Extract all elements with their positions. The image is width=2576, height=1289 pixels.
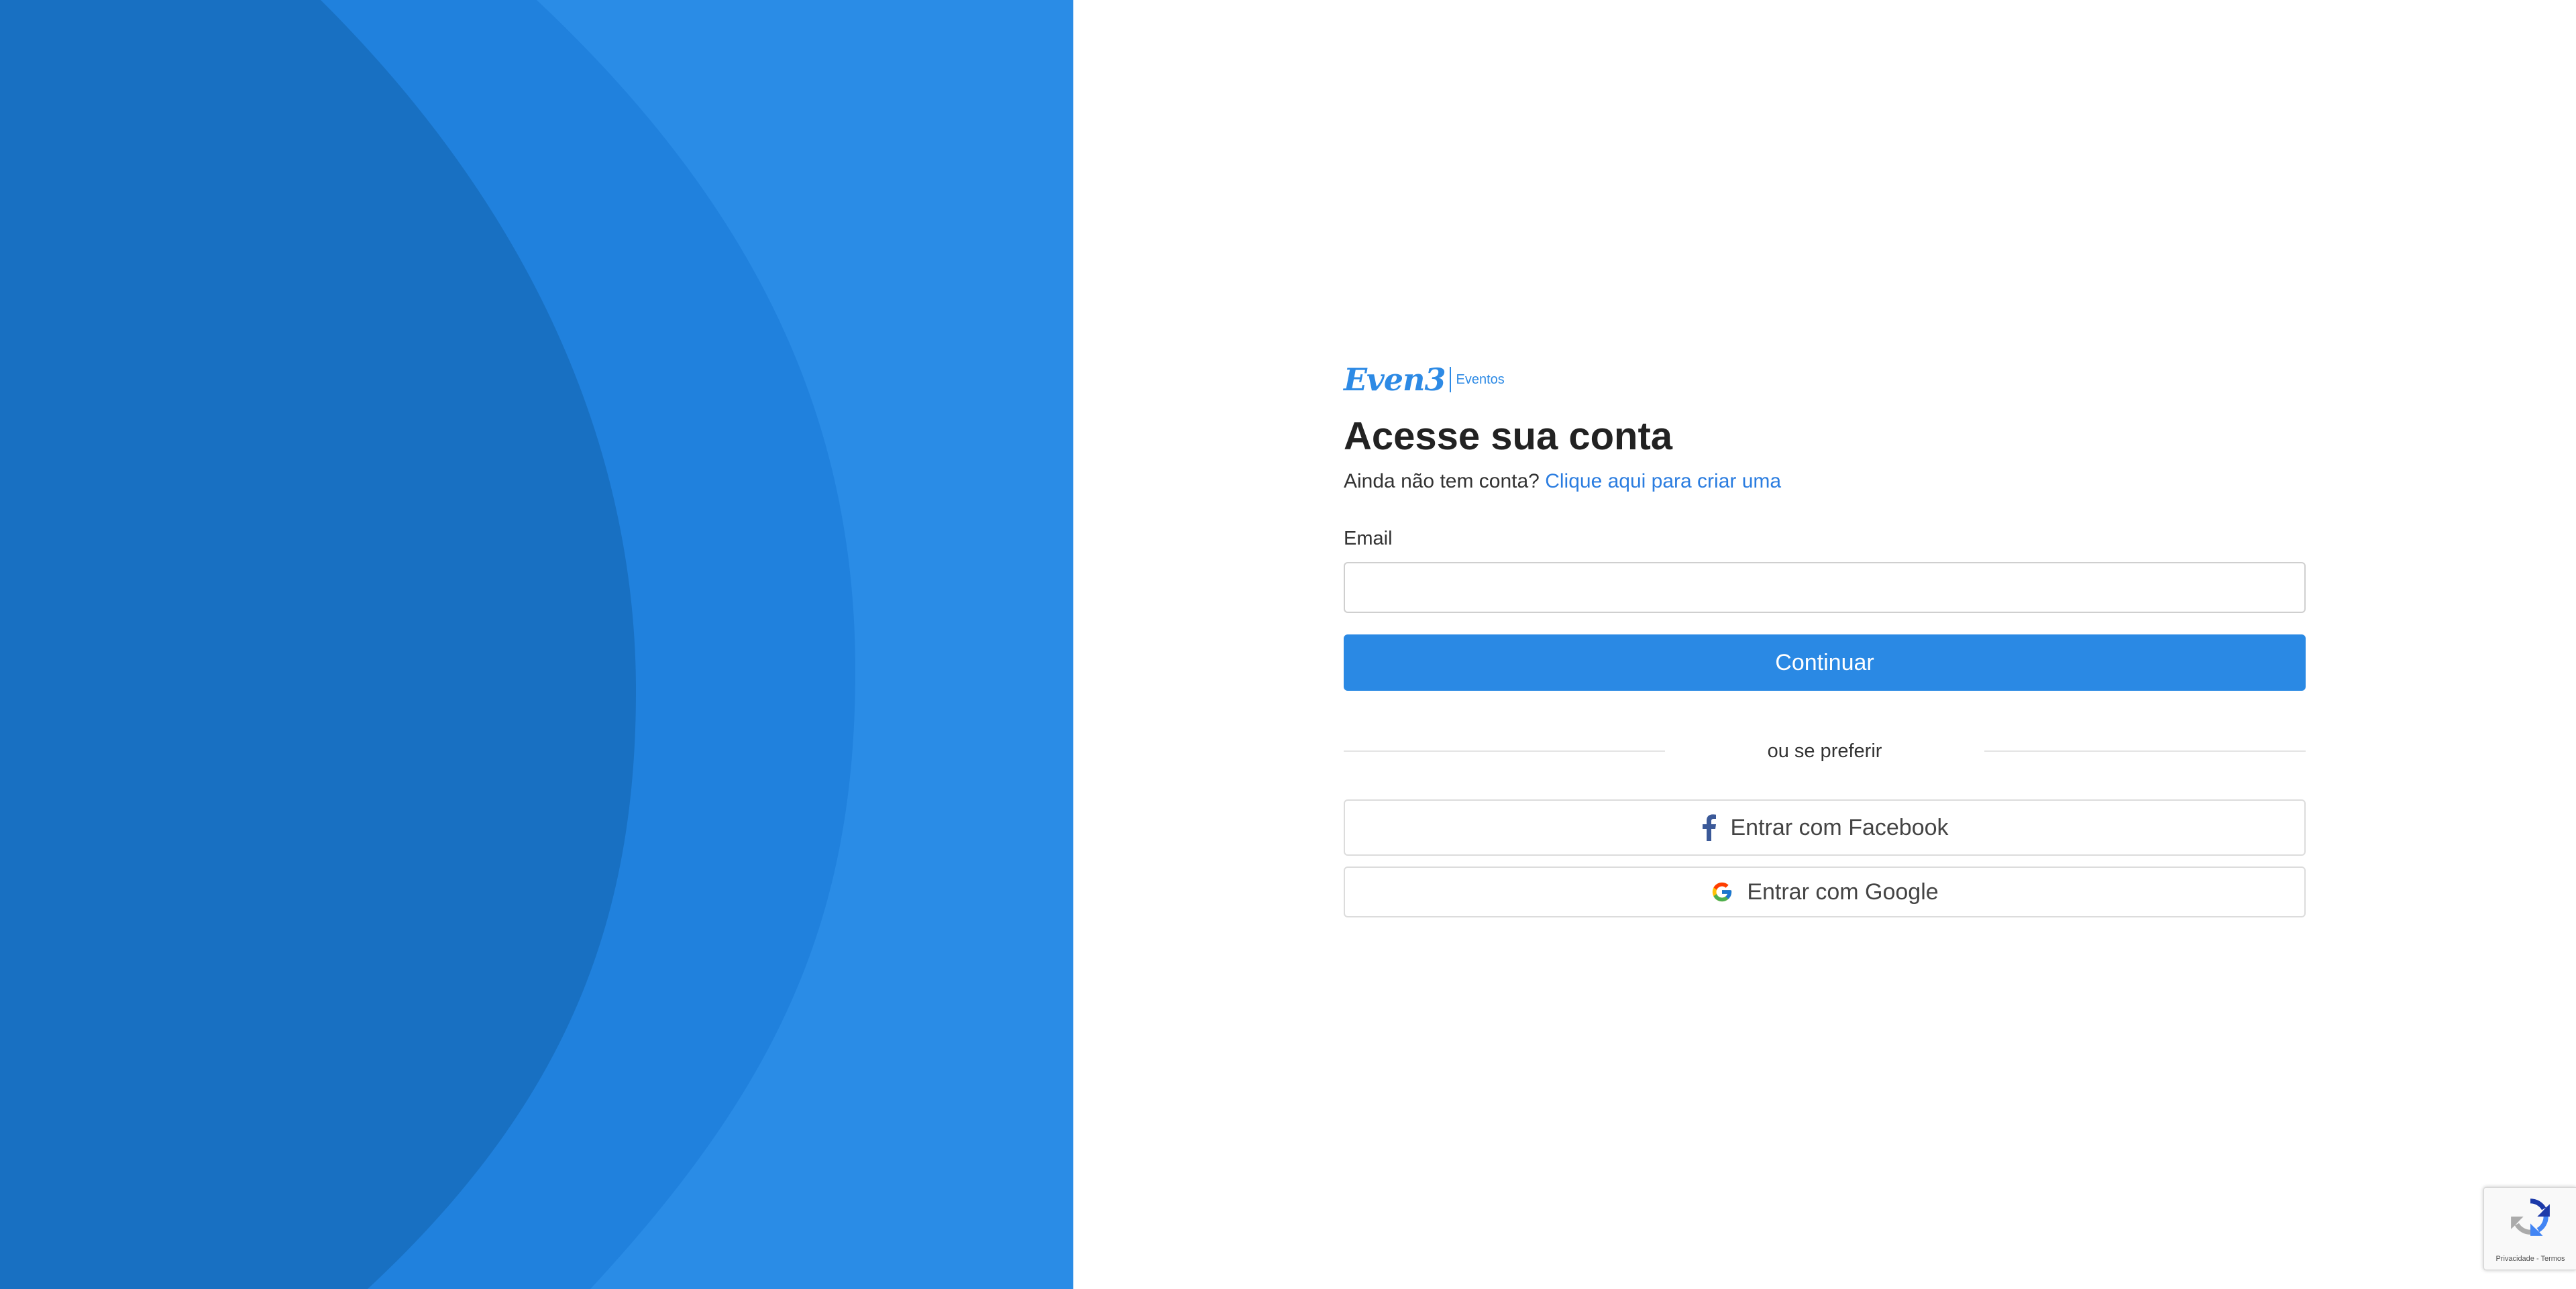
brand-logo[interactable]: Even3 Eventos: [1344, 361, 2306, 398]
recaptcha-icon: [2508, 1194, 2553, 1242]
brand-wordmark: Even3: [1344, 361, 1446, 398]
google-login-label: Entrar com Google: [1747, 879, 1939, 905]
divider-line-right: [1984, 750, 2306, 752]
login-page: Even3 Eventos Acesse sua conta Ainda não…: [0, 0, 2576, 1289]
recaptcha-badge[interactable]: Privacidade - Termos: [2483, 1187, 2576, 1270]
email-label: Email: [1344, 528, 1393, 549]
facebook-icon: [1701, 814, 1717, 841]
login-form: Even3 Eventos Acesse sua conta Ainda não…: [1344, 361, 2306, 917]
or-divider: ou se preferir: [1344, 738, 2306, 765]
page-title: Acesse sua conta: [1344, 414, 1673, 458]
hero-wave-background: [0, 0, 1073, 1289]
hero-panel: [0, 0, 1073, 1289]
recaptcha-footer[interactable]: Privacidade - Termos: [2484, 1255, 2576, 1263]
facebook-login-button[interactable]: Entrar com Facebook: [1344, 799, 2306, 856]
brand-divider: [1449, 367, 1451, 392]
email-input[interactable]: [1344, 562, 2306, 613]
signup-prompt: Ainda não tem conta?: [1344, 470, 1540, 492]
facebook-login-label: Entrar com Facebook: [1730, 814, 1949, 840]
divider-text: ou se preferir: [1767, 740, 1882, 762]
signup-prompt-line: Ainda não tem conta? Clique aqui para cr…: [1344, 468, 2306, 495]
google-login-button[interactable]: Entrar com Google: [1344, 866, 2306, 917]
brand-subtitle: Eventos: [1456, 372, 1505, 387]
signup-link[interactable]: Clique aqui para criar uma: [1545, 470, 1781, 492]
continue-button[interactable]: Continuar: [1344, 634, 2306, 691]
google-icon: [1711, 881, 1733, 903]
divider-line-left: [1344, 750, 1665, 752]
